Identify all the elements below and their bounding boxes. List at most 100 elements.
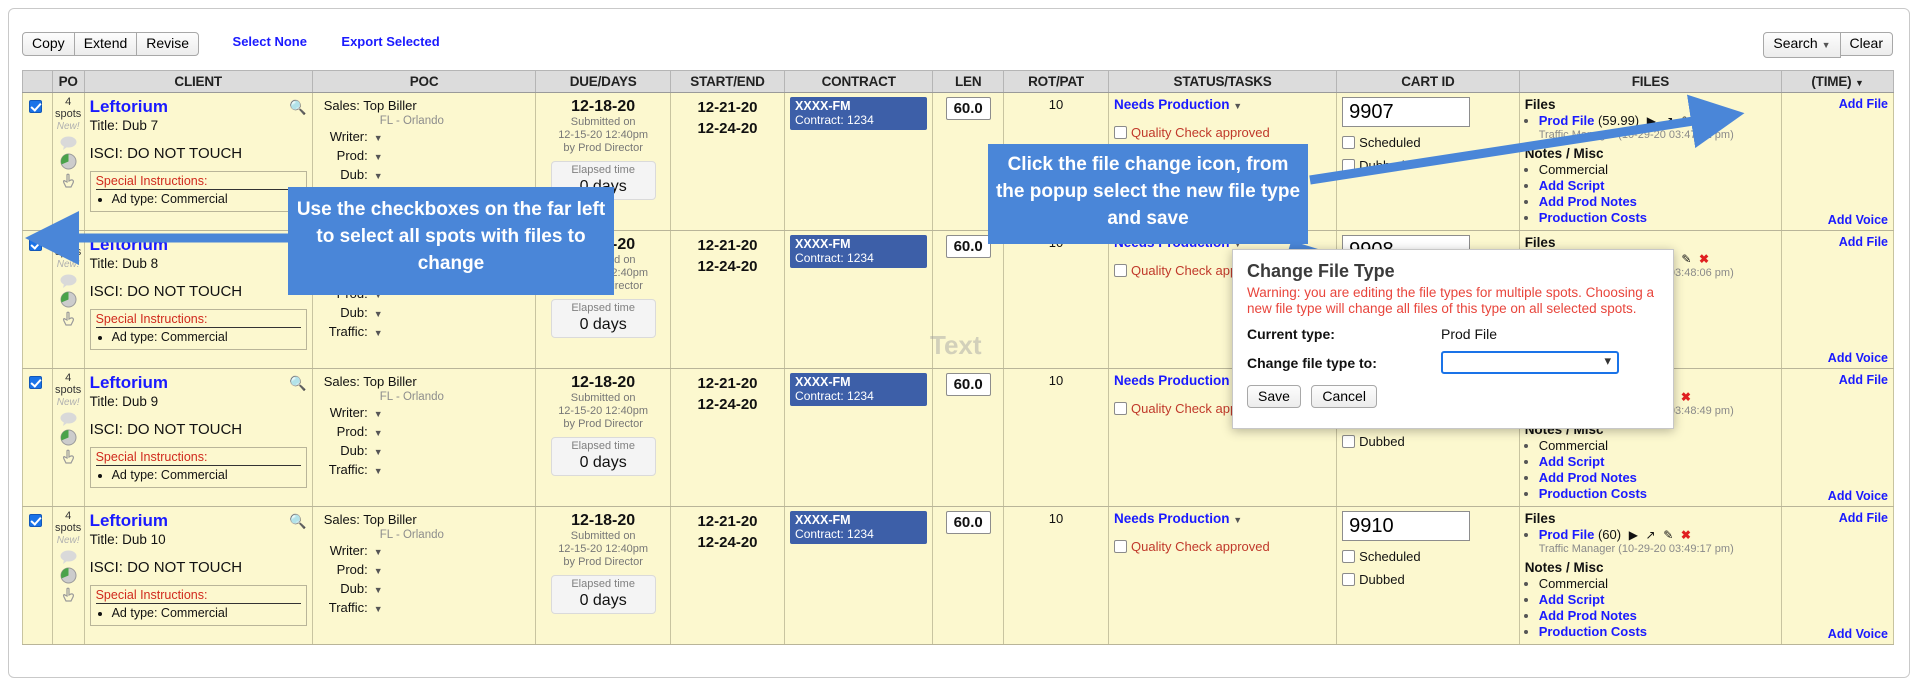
scheduled-checkbox[interactable] [1342,550,1356,563]
extend-button[interactable]: Extend [73,32,138,56]
add-prod-notes-link[interactable]: Add Prod Notes [1539,608,1637,623]
add-file-link[interactable]: Add File [1787,373,1888,387]
add-script-link[interactable]: Add Script [1539,454,1605,469]
status-pie-icon[interactable] [60,153,77,170]
chevron-down-icon[interactable]: ▼ [374,447,383,457]
add-prod-notes-link[interactable]: Add Prod Notes [1539,194,1637,209]
client-link[interactable]: Leftorium [90,235,168,254]
comment-bubble-icon[interactable] [60,274,77,288]
add-file-link[interactable]: Add File [1787,511,1888,525]
col-start-end[interactable]: START/END [669,70,786,93]
quality-check-checkbox[interactable] [1114,264,1127,277]
col-cart-id[interactable]: CART ID [1336,70,1520,93]
contract-chip[interactable]: XXXX-FM Contract: 1234 [790,97,928,130]
chevron-down-icon[interactable]: ▼ [374,171,383,181]
cart-id-input[interactable] [1342,511,1471,541]
production-costs-link[interactable]: Production Costs [1539,210,1647,225]
comment-bubble-icon[interactable] [60,412,77,426]
col-po[interactable]: PO [51,70,85,93]
edit-file-type-icon[interactable]: ✎ [1663,528,1673,542]
chevron-down-icon[interactable]: ▼ [374,585,383,595]
delete-file-icon[interactable]: ✖ [1681,528,1691,542]
length-value[interactable]: 60.0 [945,511,991,534]
quality-check-checkbox[interactable] [1114,402,1127,415]
col-status-tasks[interactable]: STATUS/TASKS [1107,70,1338,93]
add-script-link[interactable]: Add Script [1539,178,1605,193]
file-type-link[interactable]: Prod File [1539,113,1595,128]
dialog-save-button[interactable]: Save [1247,385,1301,408]
delete-file-icon[interactable]: ✖ [1699,114,1709,128]
edit-file-type-icon[interactable]: ✎ [1681,114,1691,128]
delete-file-icon[interactable]: ✖ [1681,390,1691,404]
row-checkbox[interactable] [29,238,42,251]
revise-button[interactable]: Revise [136,32,200,56]
search-icon[interactable]: 🔍 [289,99,306,116]
status-dropdown[interactable]: Needs Production ▼ [1114,511,1242,526]
length-value[interactable]: 60.0 [945,373,991,396]
add-voice-link[interactable]: Add Voice [1828,213,1888,227]
client-link[interactable]: Leftorium [90,97,168,116]
dubbed-checkbox[interactable] [1342,159,1356,172]
search-button[interactable]: Search ▼ [1763,32,1841,58]
col-client[interactable]: CLIENT [83,70,313,93]
client-link[interactable]: Leftorium [90,373,168,392]
chevron-down-icon[interactable]: ▼ [374,309,383,319]
col-time[interactable]: (TIME) ▼ [1781,70,1894,93]
file-type-select[interactable] [1441,351,1619,374]
edit-file-type-icon[interactable]: ✎ [1681,252,1691,266]
col-files[interactable]: FILES [1518,70,1783,93]
search-icon[interactable]: 🔍 [289,375,306,392]
length-value[interactable]: 60.0 [945,235,991,258]
chevron-down-icon[interactable]: ▼ [374,152,383,162]
col-rot-pat[interactable]: ROT/PAT [1003,70,1109,93]
chevron-down-icon[interactable]: ▼ [374,547,383,557]
col-len[interactable]: LEN [932,70,1005,93]
expand-icon[interactable]: ↗ [1664,114,1674,128]
search-icon[interactable]: 🔍 [289,513,306,530]
select-none-link[interactable]: Select None [233,34,307,49]
status-pie-icon[interactable] [60,291,77,308]
chevron-down-icon[interactable]: ▼ [374,133,383,143]
comment-bubble-icon[interactable] [60,550,77,564]
hand-pointer-icon[interactable] [61,449,76,465]
hand-pointer-icon[interactable] [61,173,76,189]
play-icon[interactable]: ▶ [1647,114,1656,128]
copy-button[interactable]: Copy [22,32,75,56]
status-pie-icon[interactable] [60,429,77,446]
client-link[interactable]: Leftorium [90,511,168,530]
export-selected-link[interactable]: Export Selected [341,34,439,49]
scheduled-checkbox[interactable] [1342,136,1356,149]
expand-icon[interactable]: ↗ [1646,528,1656,542]
col-poc[interactable]: POC [311,70,537,93]
add-file-link[interactable]: Add File [1787,235,1888,249]
add-prod-notes-link[interactable]: Add Prod Notes [1539,470,1637,485]
chevron-down-icon[interactable]: ▼ [374,604,383,614]
add-file-link[interactable]: Add File [1787,97,1888,111]
chevron-down-icon[interactable]: ▼ [374,466,383,476]
comment-bubble-icon[interactable] [60,136,77,150]
dubbed-checkbox[interactable] [1342,435,1356,448]
production-costs-link[interactable]: Production Costs [1539,486,1647,501]
chevron-down-icon[interactable]: ▼ [374,328,383,338]
delete-file-icon[interactable]: ✖ [1699,252,1709,266]
contract-chip[interactable]: XXXX-FM Contract: 1234 [790,235,928,268]
hand-pointer-icon[interactable] [61,587,76,603]
add-voice-link[interactable]: Add Voice [1828,627,1888,641]
length-value[interactable]: 60.0 [945,97,991,120]
status-dropdown[interactable]: Needs Production ▼ [1114,373,1242,388]
status-pie-icon[interactable] [60,567,77,584]
play-icon[interactable]: ▶ [1629,528,1638,542]
contract-chip[interactable]: XXXX-FM Contract: 1234 [790,373,928,406]
dubbed-checkbox[interactable] [1342,573,1356,586]
row-checkbox[interactable] [29,514,42,527]
add-script-link[interactable]: Add Script [1539,592,1605,607]
chevron-down-icon[interactable]: ▼ [374,409,383,419]
col-due-days[interactable]: DUE/DAYS [535,70,671,93]
dialog-cancel-button[interactable]: Cancel [1311,385,1377,408]
hand-pointer-icon[interactable] [61,311,76,327]
quality-check-checkbox[interactable] [1114,540,1127,553]
add-voice-link[interactable]: Add Voice [1828,351,1888,365]
file-type-link[interactable]: Prod File [1539,527,1595,542]
contract-chip[interactable]: XXXX-FM Contract: 1234 [790,511,928,544]
clear-button[interactable]: Clear [1839,32,1893,56]
